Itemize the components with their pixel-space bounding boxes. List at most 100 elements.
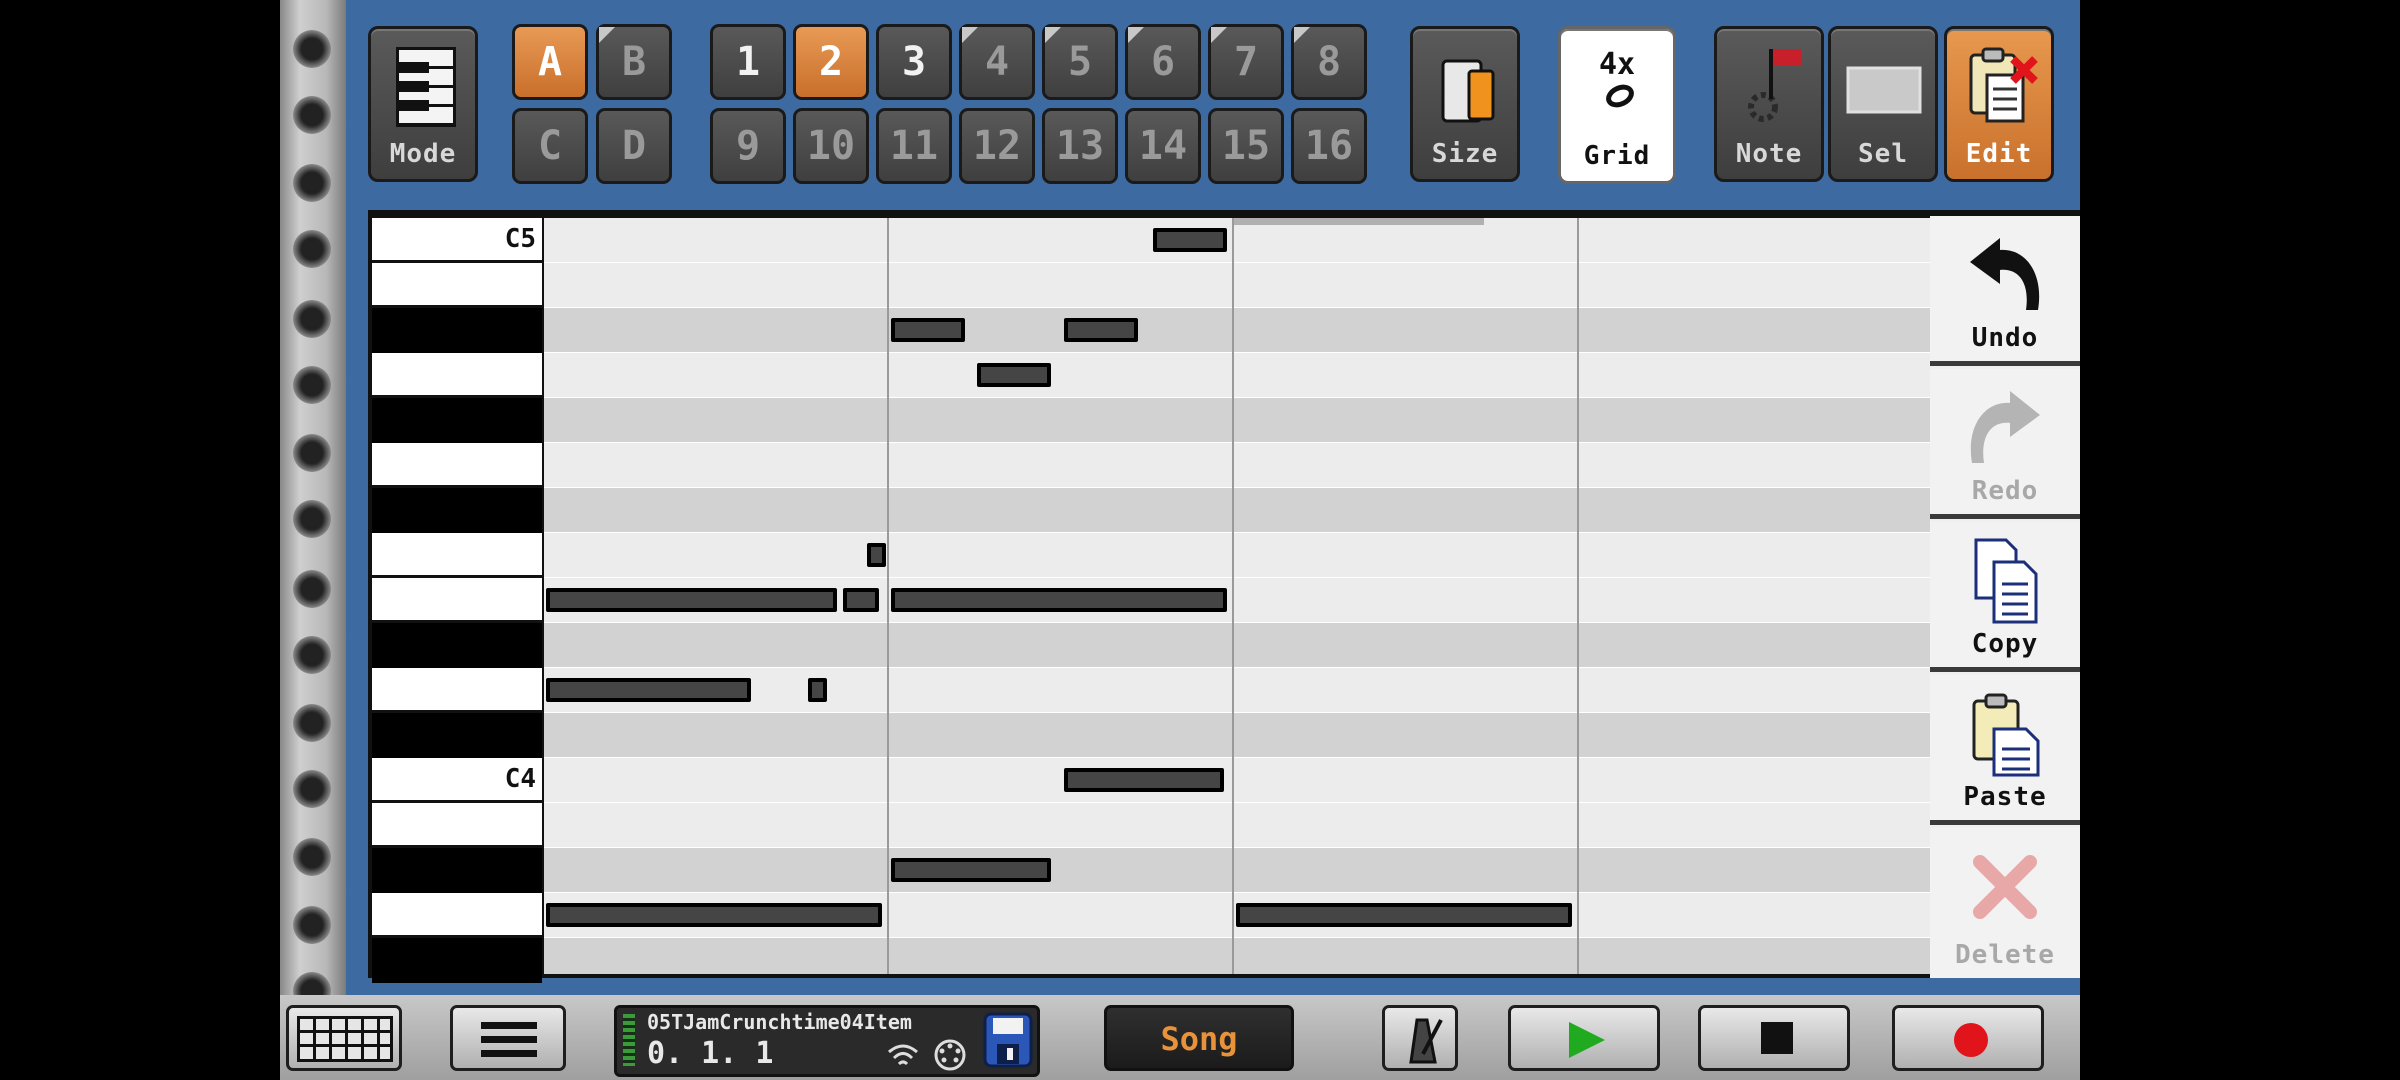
piano-key-f-sharp4[interactable] [372,488,542,533]
pattern-6-button[interactable]: 6 [1125,24,1201,100]
metronome-button[interactable] [1382,1005,1458,1071]
rail-hole [293,96,331,134]
piano-key-d4[interactable] [372,668,542,710]
paste-button[interactable]: Paste [1930,675,2080,825]
piano-key-c4[interactable]: C4 [372,758,542,800]
pattern-7-button[interactable]: 7 [1208,24,1284,100]
copy-button[interactable]: Copy [1930,522,2080,672]
copy-label: Copy [1971,629,2039,659]
note-block[interactable] [808,678,827,702]
record-button[interactable] [1892,1005,2044,1071]
piano-key-b3[interactable] [372,803,542,845]
note-grid[interactable] [544,218,2044,974]
pads-view-button[interactable] [286,1005,402,1071]
note-block[interactable] [891,588,1227,612]
pattern-4-button[interactable]: 4 [959,24,1035,100]
undo-icon [1970,238,2040,310]
delete-label: Delete [1955,940,2055,970]
note-block[interactable] [1064,318,1138,342]
stop-icon [1761,1022,1793,1054]
note-block[interactable] [891,318,965,342]
rail-hole [293,366,331,404]
pattern-8-button[interactable]: 8 [1291,24,1367,100]
grid-row [544,398,2044,443]
note-block[interactable] [546,678,751,702]
select-label: Sel [1858,139,1908,169]
piano-key-a3[interactable] [372,893,542,935]
delete-x-icon [1973,855,2037,919]
pattern-11-button[interactable]: 11 [876,108,952,184]
note-block[interactable] [1153,228,1227,252]
note-block[interactable] [867,543,886,567]
piano-key-e4[interactable] [372,578,542,620]
piano-key-a-sharp3[interactable] [372,848,542,893]
piano-key-a-sharp4[interactable] [372,308,542,353]
piano-key-c5[interactable]: C5 [372,218,542,260]
bank-a-button[interactable]: A [512,24,588,100]
undo-button[interactable]: Undo [1930,216,2080,366]
piano-key-g-sharp3[interactable] [372,938,542,983]
stop-button[interactable] [1698,1005,1850,1071]
piano-key-b4[interactable] [372,263,542,305]
grid-row [544,848,2044,893]
grid-row [544,803,2044,848]
bank-c-button[interactable]: C [512,108,588,184]
left-rail [280,0,346,1080]
pattern-3-button[interactable]: 3 [876,24,952,100]
rail-hole [293,500,331,538]
whole-note-icon [1606,84,1634,108]
piano-key-g-sharp4[interactable] [372,398,542,443]
piano-key-c-sharp4[interactable] [372,713,542,758]
bar-line [1232,218,1234,974]
pattern-1-button[interactable]: 1 [710,24,786,100]
edit-button[interactable]: Edit [1944,26,2054,182]
note-button[interactable]: Note [1714,26,1824,182]
note-block[interactable] [546,588,837,612]
note-block[interactable] [1236,903,1572,927]
pattern-16-button[interactable]: 16 [1291,108,1367,184]
metronome-icon [1409,1018,1443,1064]
piano-keyboard[interactable]: C5 C4 [372,218,542,983]
save-disk-icon[interactable] [983,1012,1033,1068]
bank-b-button[interactable]: B [596,24,672,100]
rail-hole [293,570,331,608]
pattern-12-button[interactable]: 12 [959,108,1035,184]
bank-d-button[interactable]: D [596,108,672,184]
note-block[interactable] [843,588,879,612]
note-flag-icon [1748,49,1801,122]
play-button[interactable] [1508,1005,1660,1071]
piano-key-d-sharp4[interactable] [372,623,542,668]
midi-icon [934,1039,966,1071]
pattern-13-button[interactable]: 13 [1042,108,1118,184]
grid-row [544,668,2044,713]
rail-hole [293,704,331,742]
pattern-5-button[interactable]: 5 [1042,24,1118,100]
note-block[interactable] [977,363,1051,387]
loop-range-marker[interactable] [1234,218,1484,225]
grid-button[interactable]: 4x Grid [1558,26,1676,184]
grid-row [544,308,2044,353]
song-display[interactable]: 05TJamCrunchtime04Item 0. 1. 1 [614,1005,1040,1077]
pattern-14-button[interactable]: 14 [1125,108,1201,184]
pattern-15-button[interactable]: 15 [1208,108,1284,184]
pattern-2-button[interactable]: 2 [793,24,869,100]
mode-button[interactable]: Mode [368,26,478,182]
piano-key-g4[interactable] [372,443,542,485]
bar-line [887,218,889,974]
pattern-9-button[interactable]: 9 [710,108,786,184]
note-block[interactable] [891,858,1051,882]
pattern-10-button[interactable]: 10 [793,108,869,184]
size-button[interactable]: Size [1410,26,1520,182]
hamburger-menu-icon [481,1022,537,1057]
size-label: Size [1431,139,1499,169]
select-button[interactable]: Sel [1828,26,1938,182]
note-block[interactable] [546,903,882,927]
menu-button[interactable] [450,1005,566,1071]
piano-key-a4[interactable] [372,353,542,395]
rail-hole [293,164,331,202]
redo-button[interactable]: Redo [1930,369,2080,519]
song-mode-button[interactable]: Song [1104,1005,1294,1071]
note-block[interactable] [1064,768,1224,792]
delete-button[interactable]: Delete [1930,828,2080,978]
piano-key-f4[interactable] [372,533,542,575]
